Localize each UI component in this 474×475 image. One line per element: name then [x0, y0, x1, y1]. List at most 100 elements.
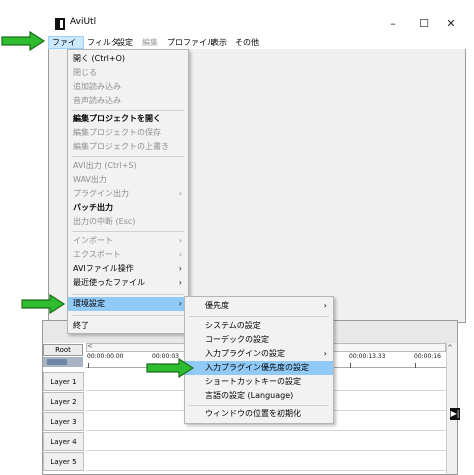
chevron-right-icon: ›	[178, 250, 182, 259]
priority-label: 優先度	[205, 301, 229, 310]
menu-separator	[72, 315, 184, 316]
minimize-button[interactable]: –	[380, 15, 406, 32]
chevron-right-icon: ›	[178, 264, 182, 273]
menu-separator	[189, 316, 329, 317]
menu-edit[interactable]: 編集	[139, 36, 161, 49]
open-project-label: 編集プロジェクトを開く	[73, 114, 161, 123]
avi-output-label: AVI出力 (Ctrl+S)	[73, 161, 137, 170]
green-arrow-icon	[21, 293, 66, 315]
input-plugin-priority-item[interactable]: 入力プラグイン優先度の設定	[185, 361, 333, 375]
close-button[interactable]: ✕	[438, 15, 464, 32]
language-settings-item[interactable]: 言語の設定 (Language)	[185, 389, 333, 403]
window-title: AviUtl	[70, 17, 97, 27]
ruler-tick	[350, 363, 351, 368]
layer-track-4[interactable]	[86, 432, 446, 451]
overwrite-project-item[interactable]: 編集プロジェクトの上書き	[68, 140, 188, 154]
recent-files-item[interactable]: 最近使ったファイル ›	[68, 276, 188, 290]
menu-separator	[72, 156, 184, 157]
green-arrow-icon	[146, 357, 195, 379]
chevron-right-icon: ›	[178, 278, 182, 287]
shortcut-settings-item[interactable]: ショートカットキーの設定	[185, 375, 333, 389]
abort-output-item[interactable]: 出力の中断 (Esc)	[68, 215, 188, 229]
layer-label-3[interactable]: Layer 3	[43, 412, 84, 431]
input-plugin-priority-label: 入力プラグイン優先度の設定	[205, 363, 309, 372]
menu-other[interactable]: その他	[232, 36, 262, 49]
file-open-item[interactable]: 開く (Ctrl+O)	[68, 52, 188, 66]
file-menu-dropdown: 開く (Ctrl+O) 閉じる 追加読み込み 音声読み込み 編集プロジェクトを開…	[67, 49, 189, 334]
root-button[interactable]: Root	[43, 344, 83, 356]
layer-label-1[interactable]: Layer 1	[43, 372, 84, 391]
scroll-left-icon[interactable]: <	[87, 342, 93, 350]
file-append-item[interactable]: 追加読み込み	[68, 80, 188, 94]
save-project-item[interactable]: 編集プロジェクトの保存	[68, 126, 188, 140]
input-plugin-settings-label: 入力プラグインの設定	[205, 349, 285, 358]
scroll-up-icon[interactable]: ^	[447, 344, 453, 352]
file-open-label: 開く (Ctrl+O)	[73, 54, 126, 63]
codec-settings-item[interactable]: コーデックの設定	[185, 333, 333, 347]
ruler-tick-label: 00:00:00.00	[87, 353, 124, 360]
avi-file-ops-item[interactable]: AVIファイル操作 ›	[68, 262, 188, 276]
layer-track-5[interactable]	[86, 452, 446, 471]
avi-file-ops-label: AVIファイル操作	[73, 264, 134, 273]
avi-output-item[interactable]: AVI出力 (Ctrl+S)	[68, 159, 188, 173]
menu-separator	[72, 294, 184, 295]
reset-window-position-item[interactable]: ウィンドウの位置を初期化	[185, 407, 333, 421]
chevron-right-icon: ›	[178, 189, 182, 198]
jump-to-end-button[interactable]: ▶|	[450, 408, 460, 420]
chevron-right-icon: ›	[178, 236, 182, 245]
codec-settings-label: コーデックの設定	[205, 335, 269, 344]
maximize-button[interactable]: ☐	[411, 15, 437, 32]
aviutl-app-icon	[55, 18, 65, 30]
menu-settings[interactable]: 設定	[114, 36, 136, 49]
menu-separator	[189, 405, 329, 406]
overwrite-project-label: 編集プロジェクトの上書き	[73, 142, 169, 151]
green-arrow-icon	[1, 30, 46, 52]
ruler-tick-label: 00:00:13.33	[349, 353, 386, 360]
chevron-right-icon: ›	[323, 349, 327, 358]
file-close-item[interactable]: 閉じる	[68, 66, 188, 80]
recent-files-label: 最近使ったファイル	[73, 278, 145, 287]
layer-label-4[interactable]: Layer 4	[43, 432, 84, 451]
layer-label-5[interactable]: Layer 5	[43, 452, 84, 471]
root-scope-bar[interactable]	[43, 357, 83, 367]
ruler-tick	[88, 363, 89, 368]
save-project-label: 編集プロジェクトの保存	[73, 128, 161, 137]
export-item[interactable]: エクスポート ›	[68, 248, 188, 262]
menu-separator	[72, 110, 184, 111]
wav-output-label: WAV出力	[73, 175, 107, 184]
exit-label: 終了	[73, 321, 89, 330]
priority-item[interactable]: 優先度 ›	[185, 299, 333, 313]
exit-item[interactable]: 終了	[68, 319, 188, 333]
input-plugin-settings-item[interactable]: 入力プラグインの設定 ›	[185, 347, 333, 361]
menu-separator	[72, 231, 184, 232]
env-settings-item[interactable]: 環境設定 ›	[68, 297, 188, 311]
export-label: エクスポート	[73, 250, 121, 259]
layer-label-2[interactable]: Layer 2	[43, 392, 84, 411]
plugin-output-label: プラグイン出力	[73, 189, 129, 198]
batch-output-label: バッチ出力	[73, 203, 113, 212]
menu-file[interactable]: ファイル	[48, 36, 84, 58]
reset-window-position-label: ウィンドウの位置を初期化	[205, 409, 301, 418]
import-item[interactable]: インポート ›	[68, 234, 188, 248]
file-audio-load-label: 音声読み込み	[73, 96, 121, 105]
open-project-item[interactable]: 編集プロジェクトを開く	[68, 112, 188, 126]
file-append-label: 追加読み込み	[73, 82, 121, 91]
file-audio-load-item[interactable]: 音声読み込み	[68, 94, 188, 108]
menu-view[interactable]: 表示	[208, 36, 230, 49]
ruler-tick	[415, 363, 416, 368]
abort-output-label: 出力の中断 (Esc)	[73, 217, 136, 226]
import-label: インポート	[73, 236, 113, 245]
language-settings-label: 言語の設定 (Language)	[205, 391, 294, 400]
system-settings-label: システムの設定	[205, 321, 261, 330]
system-settings-item[interactable]: システムの設定	[185, 319, 333, 333]
env-settings-label: 環境設定	[73, 299, 105, 308]
ruler-tick-label: 00:00:16	[414, 353, 441, 360]
plugin-output-item[interactable]: プラグイン出力 ›	[68, 187, 188, 201]
chevron-right-icon: ›	[178, 299, 182, 308]
wav-output-item[interactable]: WAV出力	[68, 173, 188, 187]
chevron-right-icon: ›	[323, 301, 327, 310]
env-settings-submenu: 優先度 › システムの設定 コーデックの設定 入力プラグインの設定 › 入力プラグイ…	[184, 296, 334, 424]
batch-output-item[interactable]: バッチ出力	[68, 201, 188, 215]
file-close-label: 閉じる	[73, 68, 97, 77]
shortcut-settings-label: ショートカットキーの設定	[205, 377, 301, 386]
